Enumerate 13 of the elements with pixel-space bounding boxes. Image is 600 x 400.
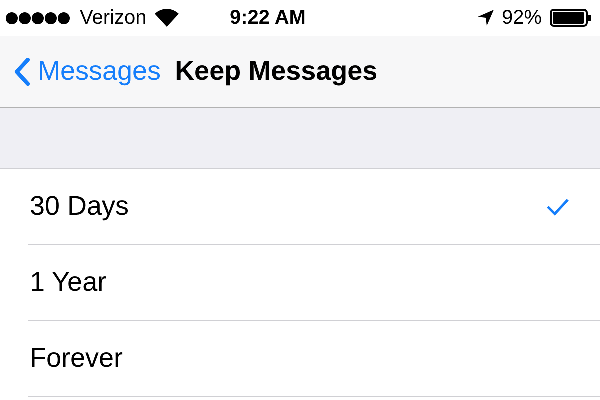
battery-percent: 92% <box>502 6 542 30</box>
page-title: Keep Messages <box>175 56 378 87</box>
wifi-icon <box>154 9 179 27</box>
option-row[interactable]: Forever <box>28 321 600 397</box>
carrier-name: Verizon <box>80 6 147 30</box>
option-row[interactable]: 30 Days <box>28 169 600 245</box>
back-button[interactable]: Messages <box>14 56 162 87</box>
status-time: 9:22 AM <box>230 6 306 30</box>
signal-icon <box>6 12 72 24</box>
location-icon <box>478 10 494 26</box>
battery-icon <box>550 9 592 27</box>
option-row[interactable]: 1 Year <box>28 245 600 321</box>
chevron-icon <box>14 58 30 86</box>
